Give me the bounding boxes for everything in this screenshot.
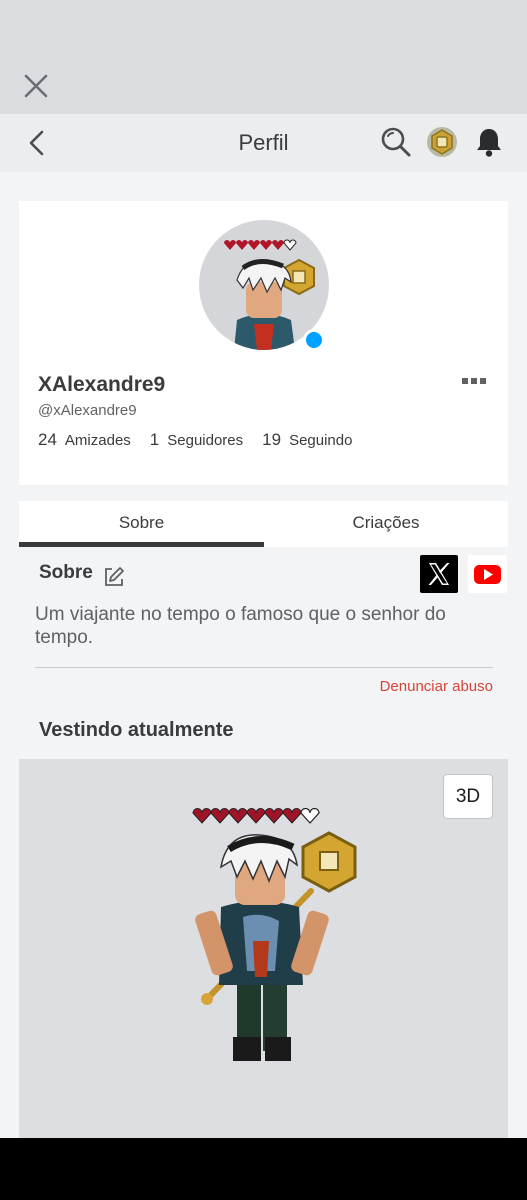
- currently-wearing-heading: Vestindo atualmente: [39, 719, 234, 741]
- following-label[interactable]: Seguindo: [289, 432, 352, 449]
- system-navigation-bar: [0, 1138, 527, 1200]
- edit-icon[interactable]: [103, 566, 125, 588]
- followers-count[interactable]: 1: [150, 430, 159, 450]
- profile-card: XAlexandre9 @xAlexandre9 24 Amizades 1 S…: [19, 201, 508, 485]
- profile-tabs: Sobre Criações: [19, 501, 508, 547]
- x-social-link[interactable]: [420, 555, 458, 593]
- youtube-social-link[interactable]: [468, 555, 507, 593]
- divider: [35, 667, 493, 668]
- more-options-icon[interactable]: [459, 373, 489, 389]
- tab-selected-indicator: [19, 542, 264, 547]
- header: Perfil: [0, 114, 527, 172]
- friends-label[interactable]: Amizades: [65, 432, 131, 449]
- about-heading: Sobre: [39, 562, 93, 583]
- stats-row: 24 Amizades 1 Seguidores 19 Seguindo: [38, 430, 371, 450]
- youtube-icon: [474, 565, 501, 584]
- online-status-indicator: [303, 329, 325, 351]
- close-icon[interactable]: [22, 72, 50, 100]
- robux-icon[interactable]: [425, 125, 459, 159]
- x-icon: [428, 563, 450, 585]
- bell-icon[interactable]: [472, 125, 506, 159]
- username: @xAlexandre9: [38, 402, 137, 419]
- tab-criacoes[interactable]: Criações: [264, 501, 508, 547]
- avatar-viewer[interactable]: 3D: [19, 759, 508, 1138]
- avatar-full-body-image: [192, 807, 357, 1061]
- bio-text: Um viajante no tempo o famoso que o senh…: [35, 604, 446, 648]
- friends-count[interactable]: 24: [38, 430, 57, 450]
- system-top-bar: [0, 0, 527, 114]
- search-icon[interactable]: [379, 125, 413, 159]
- report-abuse-link[interactable]: Denunciar abuso: [380, 678, 493, 695]
- following-count[interactable]: 19: [262, 430, 281, 450]
- view-3d-button[interactable]: 3D: [443, 774, 493, 819]
- display-name: XAlexandre9: [38, 373, 166, 396]
- tab-sobre[interactable]: Sobre: [19, 501, 264, 547]
- followers-label[interactable]: Seguidores: [167, 432, 243, 449]
